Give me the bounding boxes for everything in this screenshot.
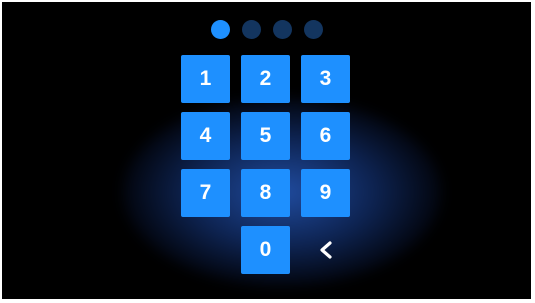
key-0-button[interactable]: 0 [241, 226, 290, 274]
key-6-button[interactable]: 6 [301, 112, 350, 160]
numeric-keypad: 1 2 3 4 5 6 7 8 9 0 [181, 55, 352, 274]
key-3-button[interactable]: 3 [301, 55, 350, 103]
key-7-button[interactable]: 7 [181, 169, 230, 217]
pin-entry-screen: 1 2 3 4 5 6 7 8 9 0 [2, 2, 531, 299]
pin-dot-2 [241, 20, 261, 39]
chevron-left-icon [319, 241, 332, 259]
key-4-button[interactable]: 4 [181, 112, 230, 160]
key-5-button[interactable]: 5 [241, 112, 290, 160]
pin-dot-1 [210, 20, 230, 39]
pin-dot-4 [303, 20, 323, 39]
pin-indicator [2, 20, 531, 39]
backspace-button[interactable] [301, 226, 350, 274]
key-1-button[interactable]: 1 [181, 55, 230, 103]
key-2-button[interactable]: 2 [241, 55, 290, 103]
pin-dot-3 [272, 20, 292, 39]
key-8-button[interactable]: 8 [241, 169, 290, 217]
key-9-button[interactable]: 9 [301, 169, 350, 217]
